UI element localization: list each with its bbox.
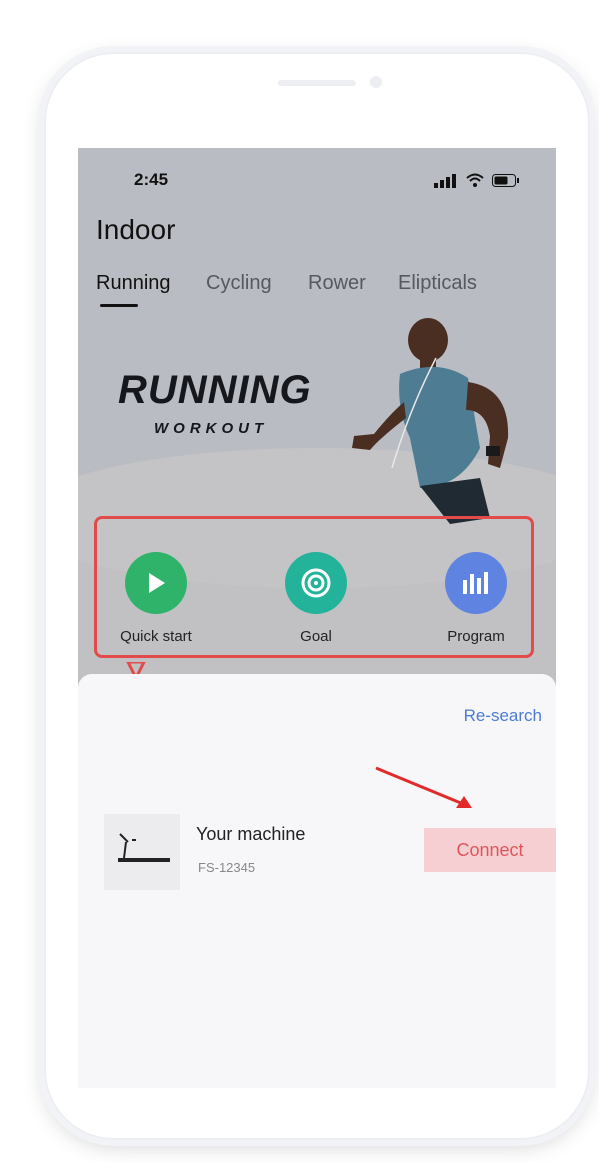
tab-rower[interactable]: Rower — [308, 272, 366, 295]
program-label: Program — [447, 628, 505, 645]
goal-button[interactable]: Goal — [266, 552, 366, 645]
phone-speaker — [278, 80, 356, 86]
hero-subtitle: WORKOUT — [154, 420, 269, 437]
connect-button[interactable]: Connect — [424, 828, 556, 872]
play-icon — [125, 552, 187, 614]
machine-model: FS-12345 — [198, 860, 256, 875]
phone-camera — [370, 76, 382, 88]
signal-icon — [434, 174, 456, 188]
page-title: Indoor — [96, 214, 176, 245]
research-link[interactable]: Re-search — [464, 706, 542, 726]
tab-elipticals[interactable]: Elipticals — [398, 272, 477, 295]
active-tab-indicator — [100, 304, 138, 307]
app-screen: 2:45 Indoor Running Cycling Rower Elipti… — [78, 148, 556, 1088]
status-time: 2:45 — [134, 170, 169, 189]
treadmill-icon — [118, 833, 170, 862]
goal-label: Goal — [300, 628, 332, 645]
quick-start-button[interactable]: Quick start — [106, 552, 206, 645]
treadmill-thumbnail — [104, 814, 180, 890]
machine-name: Your machine — [196, 824, 306, 844]
tab-cycling[interactable]: Cycling — [206, 272, 272, 295]
runner-image — [352, 318, 509, 524]
program-button[interactable]: Program — [426, 552, 526, 645]
pointer-arrow — [375, 766, 472, 808]
program-icon — [445, 552, 507, 614]
hero-title: RUNNING — [118, 368, 312, 412]
battery-icon — [492, 174, 519, 187]
device-sheet: Re-search Your machine FS-12345 Connect — [78, 674, 556, 1088]
tab-running[interactable]: Running — [96, 272, 171, 295]
quick-start-label: Quick start — [120, 628, 192, 645]
wifi-icon — [466, 173, 484, 187]
target-icon — [285, 552, 347, 614]
